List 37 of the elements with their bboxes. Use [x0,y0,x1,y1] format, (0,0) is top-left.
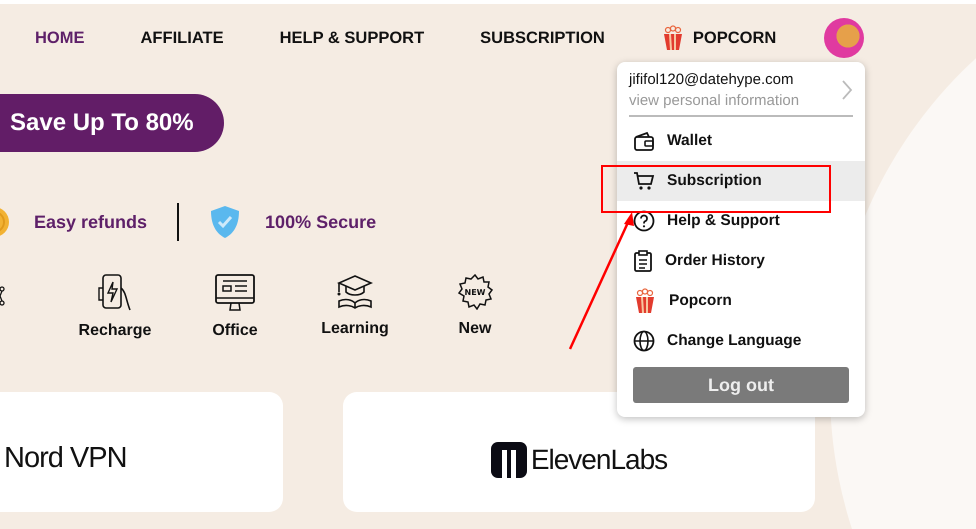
card-title: Nord VPN [4,442,127,475]
category-link[interactable]: New [458,320,492,338]
new-badge-icon: NEW [457,274,493,310]
product-card[interactable]: Nord VPN [0,392,283,512]
shield-icon [209,204,242,240]
coin-icon [0,206,10,238]
nav-link[interactable]: SUBSCRIPTION [480,28,605,48]
globe-icon [633,330,655,352]
nav-link[interactable]: HELP & SUPPORT [280,28,424,48]
category-link[interactable]: Learning [321,320,389,338]
chevron-right-icon[interactable] [841,79,853,101]
promo-banner: Save Up To 80% [0,94,224,152]
category-link[interactable]: Office [212,322,258,340]
menu-item[interactable]: Help & Support [617,201,865,241]
graduation-book-icon [336,274,374,310]
brand-name: ElevenLabs [530,444,668,476]
nav-link[interactable]: HOME [35,28,84,48]
menu-item[interactable]: Wallet [617,121,865,161]
category-link[interactable]: Recharge [78,322,152,340]
pause-logo-icon [490,442,527,478]
avatar[interactable] [824,18,864,58]
menu-item[interactable]: Change Language [617,321,865,361]
help-icon [633,210,655,232]
menu-item[interactable]: Subscription [617,161,865,201]
cart-icon [633,171,655,191]
user-email: jififol120@datehype.com [629,71,794,88]
logout-button[interactable]: Log out [633,367,849,403]
menu-item[interactable]: Popcorn [617,281,865,321]
nav-link[interactable]: AFFILIATE [140,28,224,48]
monitor-icon [215,274,255,312]
clipboard-icon [633,250,653,272]
wallet-icon [633,130,655,152]
popcorn-icon [633,288,657,314]
menu-item[interactable]: Order History [617,241,865,281]
feature-label: 100% Secure [265,212,376,232]
feature-label: Easy refunds [34,212,148,232]
nav-link[interactable]: POPCORN [660,25,776,51]
